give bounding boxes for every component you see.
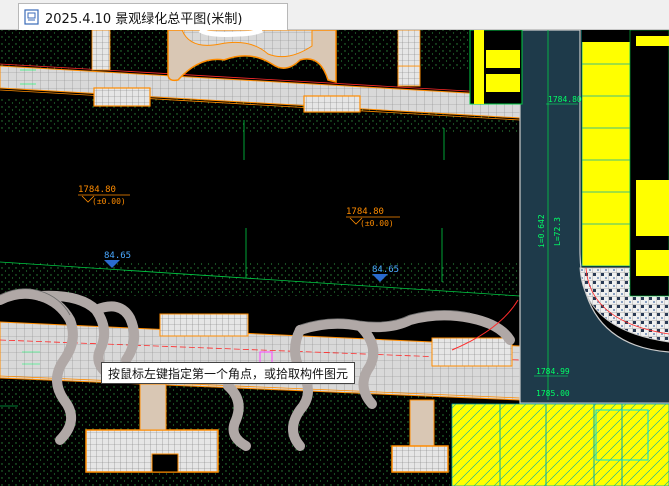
road-elevation-label: 1784.80 [548, 95, 582, 104]
document-tab-bar: 2025.4.10 景观绿化总平图(米制) [0, 0, 669, 30]
elevation-sub-value: (±0.00) [92, 197, 126, 206]
elevation-mark-2: 1784.80 (±0.00) [346, 207, 400, 228]
top-plaza [167, 30, 337, 83]
elevation-value: 1784.80 [346, 207, 384, 217]
elevation-mark-1: 1784.80 (±0.00) [78, 185, 130, 206]
level-value: 84.65 [104, 251, 131, 261]
elevation-sub-value: (±0.00) [360, 219, 394, 228]
command-prompt-tooltip: 按鼠标左键指定第一个角点，或拾取构件图元 [101, 362, 356, 384]
road-slope-label: i=0.642 [537, 214, 546, 248]
drawing-canvas[interactable]: 1784.80 (±0.00) 1784.80 (±0.00) 84.65 84… [0, 30, 669, 486]
road-length-label: L=72.3 [553, 217, 562, 246]
cad-drawing-icon [24, 9, 39, 25]
level-value: 84.65 [372, 265, 399, 275]
cad-drawing: 1784.80 (±0.00) 1784.80 (±0.00) 84.65 84… [0, 30, 669, 486]
document-tab[interactable]: 2025.4.10 景观绿化总平图(米制) [18, 3, 288, 30]
road-elevation-label: 1784.99 [536, 367, 570, 376]
elevation-value: 1784.80 [78, 185, 116, 195]
document-tab-title: 2025.4.10 景观绿化总平图(米制) [45, 11, 243, 27]
road-elevation-label: 1785.00 [536, 389, 570, 398]
